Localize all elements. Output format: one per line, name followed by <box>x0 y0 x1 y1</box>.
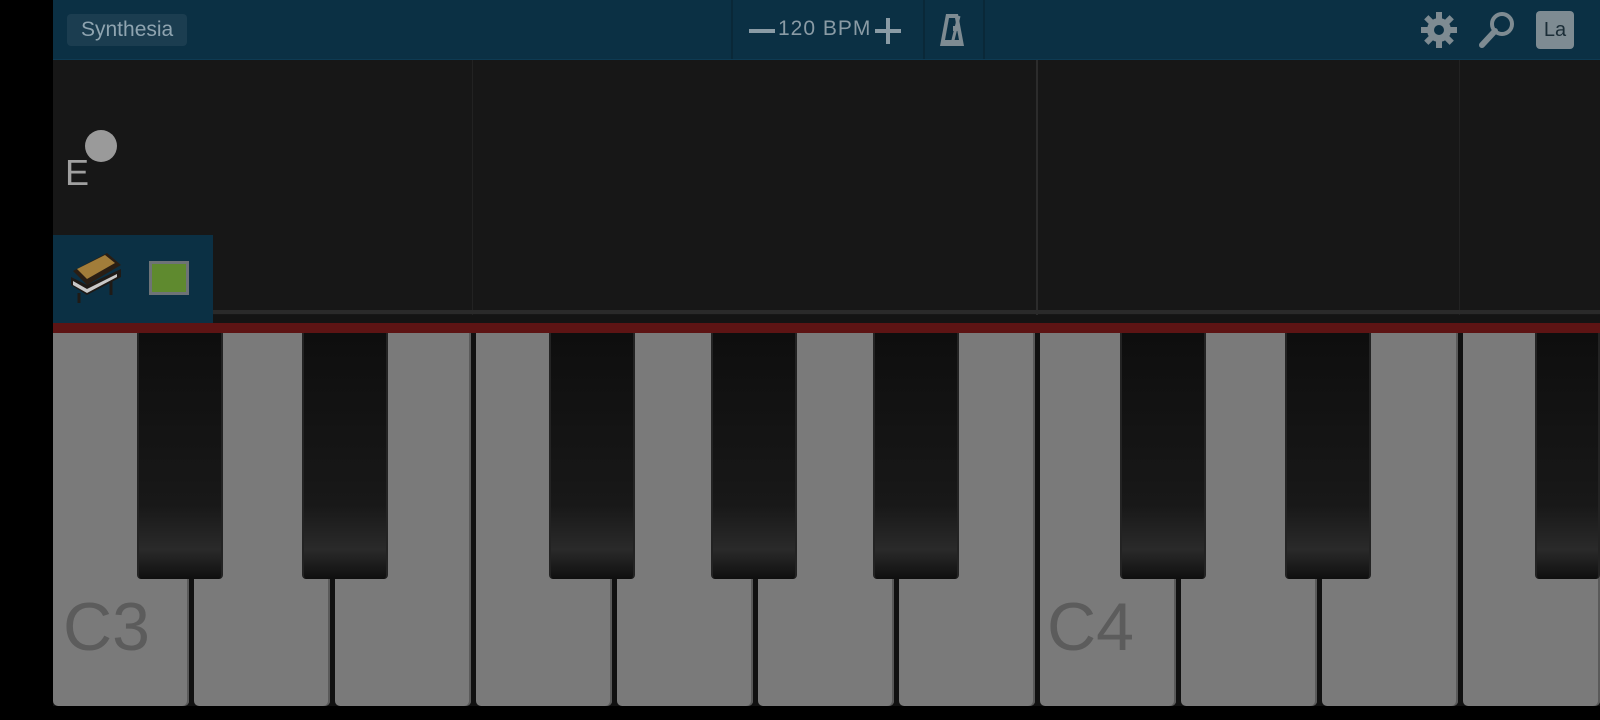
bottom-edge <box>53 706 1600 720</box>
black-key-d-sharp3[interactable] <box>302 333 388 579</box>
falling-notes-area: E <box>53 60 1600 315</box>
synthesia-menu-button[interactable]: Synthesia <box>67 14 188 46</box>
toolbar-divider <box>923 0 925 59</box>
black-key-d-sharp4[interactable] <box>1285 333 1371 579</box>
black-key-a-sharp3[interactable] <box>873 333 959 579</box>
instrument-panel <box>53 235 213 323</box>
key-label-c4: C4 <box>1047 589 1134 665</box>
piano-keyboard: C3 C4 <box>53 333 1600 711</box>
grid-line <box>1459 60 1460 315</box>
toolbar-divider <box>731 0 733 59</box>
metronome-icon[interactable] <box>937 10 967 50</box>
black-key-f-sharp4[interactable] <box>1535 333 1600 579</box>
note-indicator-dot <box>85 130 117 162</box>
track-color-toggle[interactable] <box>149 261 189 295</box>
keyboard-red-felt <box>53 323 1600 333</box>
synthesia-app: Synthesia 120 BPM La E C3 C4 <box>53 0 1600 720</box>
black-key-f-sharp3[interactable] <box>549 333 635 579</box>
key-label-c3: C3 <box>63 589 150 665</box>
octave-line <box>1036 60 1038 315</box>
note-name-label: E <box>65 152 90 193</box>
black-key-c-sharp3[interactable] <box>137 333 223 579</box>
language-button[interactable]: La <box>1536 11 1574 49</box>
search-icon[interactable] <box>1477 10 1517 50</box>
minus-icon[interactable] <box>747 16 777 46</box>
top-toolbar: Synthesia 120 BPM La <box>53 0 1600 60</box>
hit-line <box>53 310 1600 314</box>
gear-icon[interactable] <box>1419 10 1459 50</box>
black-key-g-sharp3[interactable] <box>711 333 797 579</box>
grid-line <box>472 60 473 315</box>
plus-icon[interactable] <box>873 16 903 46</box>
black-key-c-sharp4[interactable] <box>1120 333 1206 579</box>
toolbar-divider <box>983 0 985 59</box>
grand-piano-icon[interactable] <box>67 243 127 307</box>
bpm-label: 120 BPM <box>778 17 872 40</box>
